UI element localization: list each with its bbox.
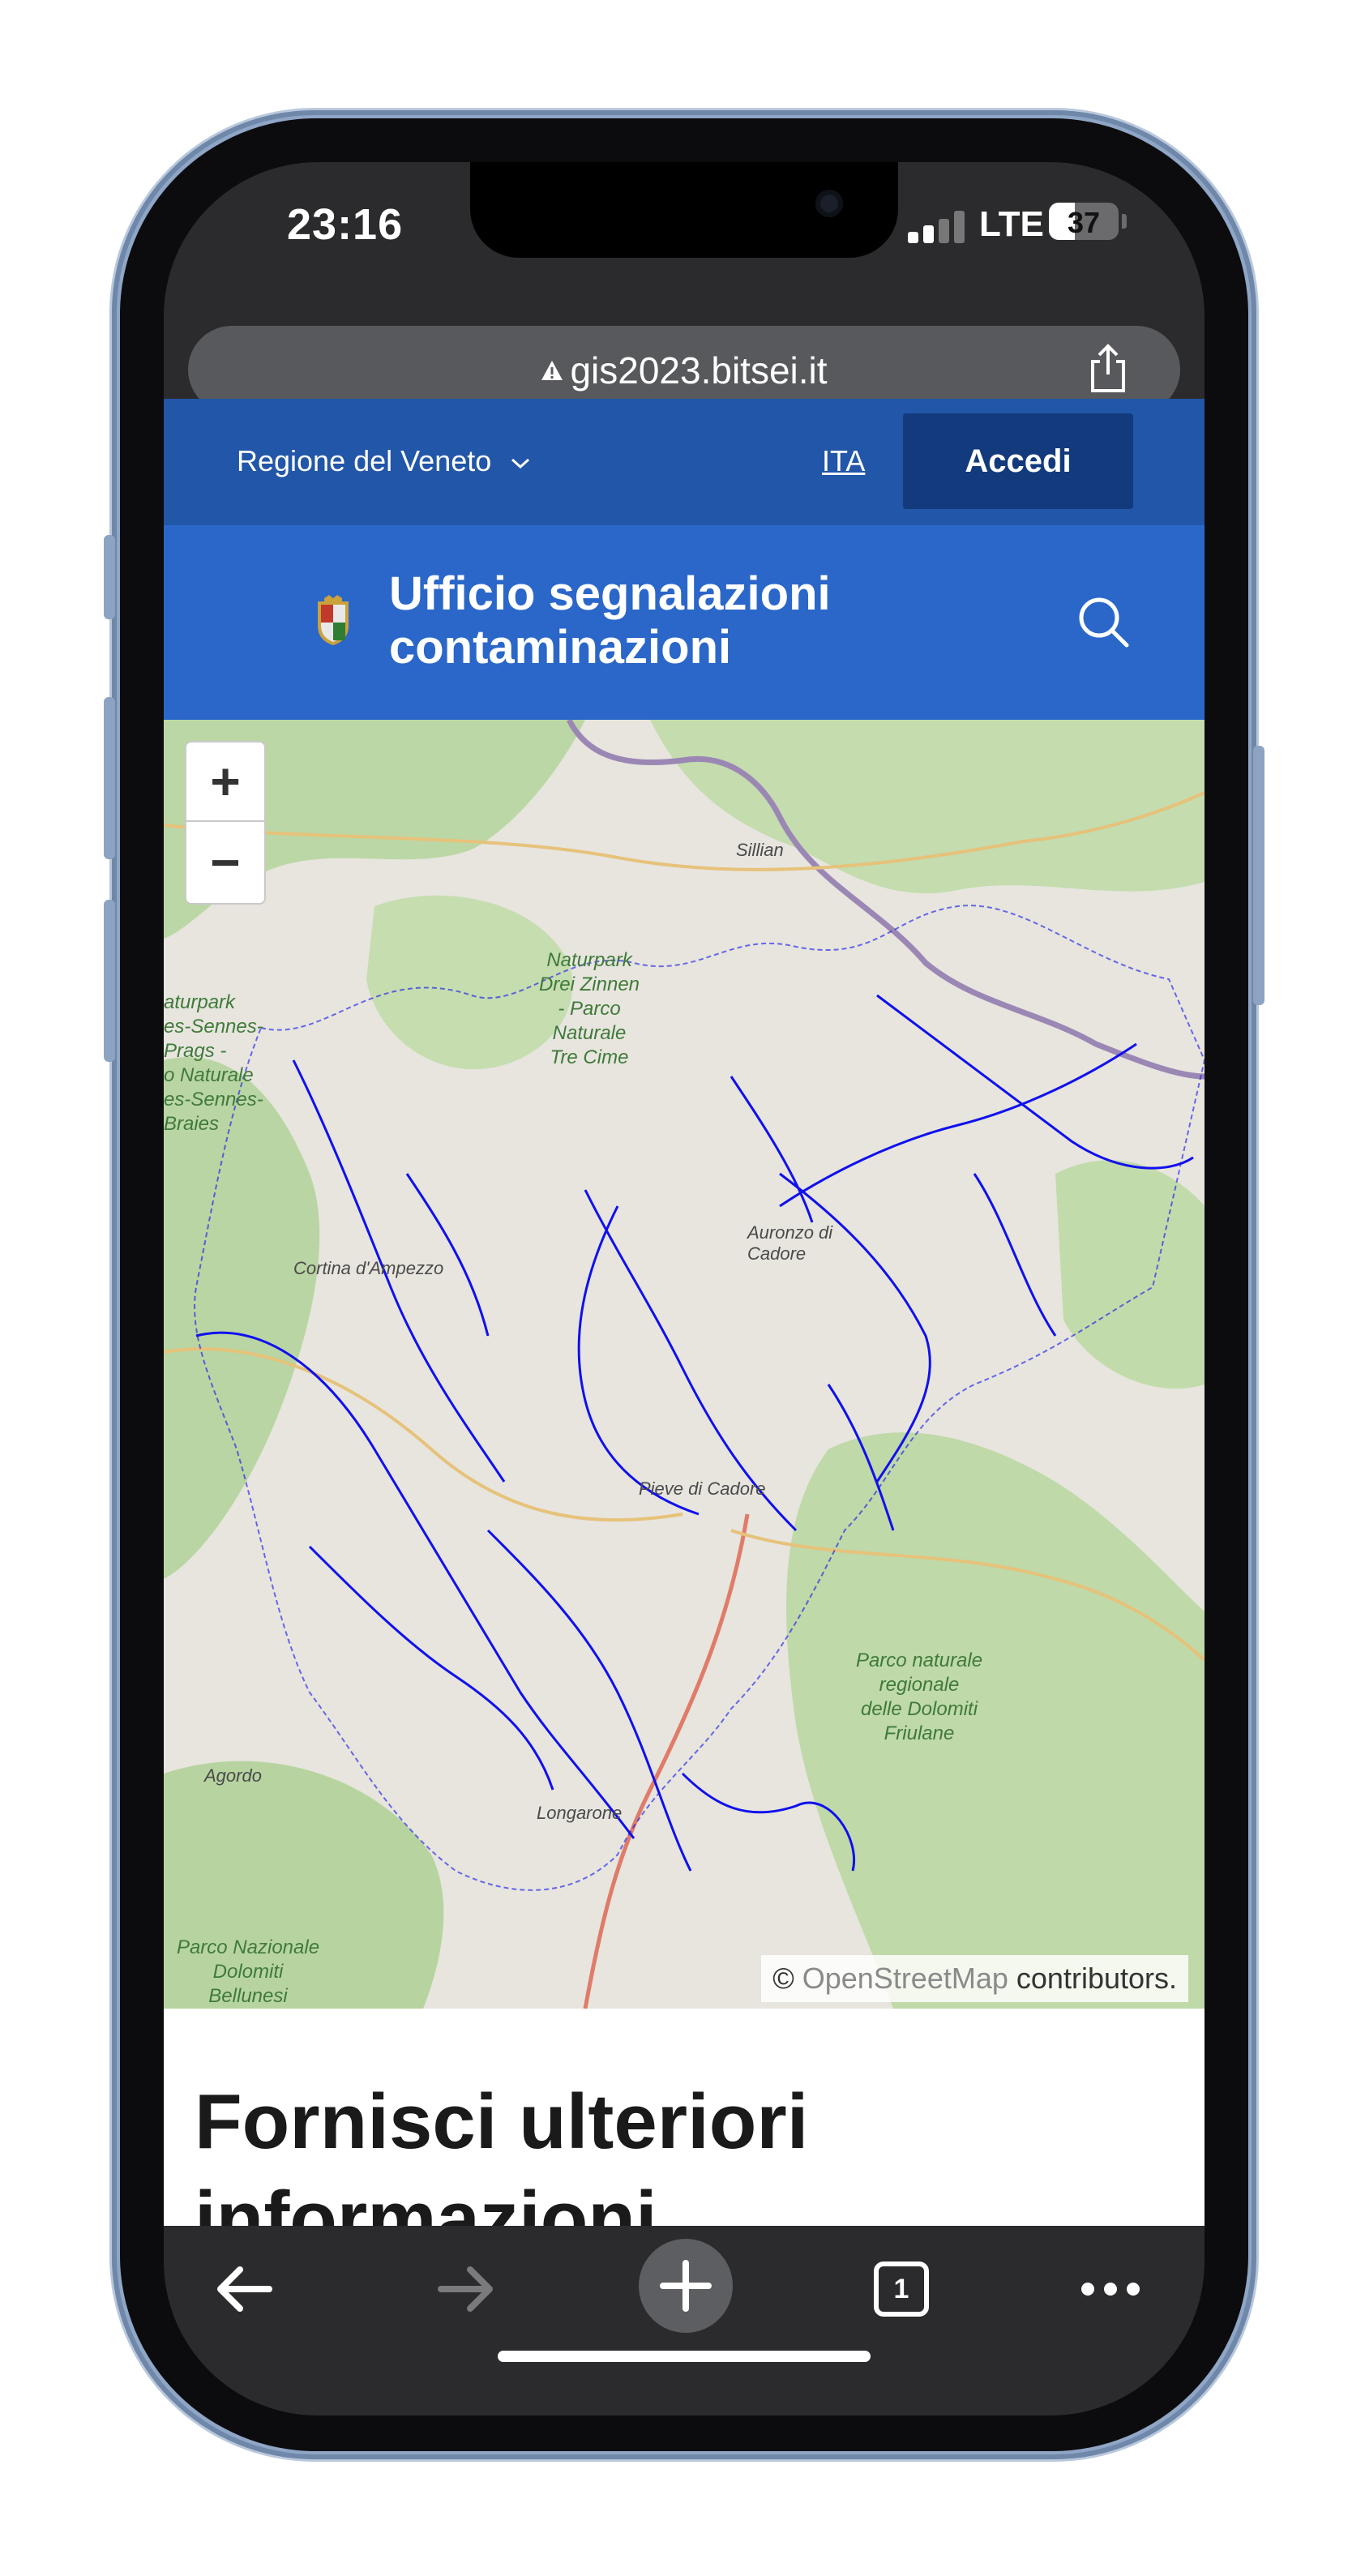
map-basemap[interactable] [164, 720, 1205, 2009]
forward-arrow-icon[interactable] [425, 2249, 506, 2330]
place-label-sillian: Sillian [736, 840, 784, 860]
browser-toolbar: 1 [164, 2226, 1205, 2416]
chevron-down-icon [511, 458, 530, 469]
url-text: gis2023.bitsei.it [570, 349, 828, 392]
site-topbar: Regione del Veneto ITA Accedi [164, 399, 1205, 525]
place-label-longarone: Longarone [537, 1803, 623, 1823]
site-title[interactable]: Ufficio segnalazioni contaminazioni [389, 567, 908, 674]
url-display[interactable]: gis2023.bitsei.it [188, 349, 1180, 392]
share-icon[interactable] [1086, 344, 1130, 394]
battery-icon: 37 [1049, 203, 1119, 240]
battery-tip [1122, 214, 1127, 229]
place-label-naturpark-drei-zinnen: Naturpark Drei Zinnen - Parco Naturale T… [538, 949, 640, 1068]
place-label-auronzo: Auronzo di Cadore [747, 1222, 833, 1264]
site-header: Ufficio segnalazioni contaminazioni [164, 525, 1205, 720]
signal-strength-icon [908, 211, 966, 243]
attribution-text: contributors. [1016, 1962, 1177, 1995]
volume-up-button [104, 697, 115, 859]
language-link[interactable]: ITA [822, 444, 865, 478]
status-time: 23:16 [287, 200, 404, 249]
volume-down-button [104, 900, 115, 1062]
map-view[interactable]: Sillian Naturpark Drei Zinnen - Parco Na… [164, 720, 1205, 2009]
place-label-agordo: Agordo [204, 1765, 262, 1786]
zoom-control: + − [185, 741, 266, 905]
copyright-symbol: © [772, 1962, 794, 1995]
zoom-out-button[interactable]: − [186, 824, 264, 903]
camera-icon [815, 190, 843, 217]
battery-level: 37 [1067, 206, 1101, 239]
network-type: LTE [979, 204, 1044, 244]
new-tab-button[interactable] [639, 2239, 733, 2333]
region-label: Regione del Veneto [237, 444, 492, 477]
zoom-in-button[interactable]: + [186, 742, 264, 822]
tabs-count-button[interactable]: 1 [874, 2261, 929, 2317]
place-label-pieve: Pieve di Cadore [639, 1478, 766, 1499]
coat-of-arms-logo[interactable] [313, 595, 353, 647]
page-content: Fornisci ulteriori informazioni [164, 2009, 1205, 2262]
silent-switch [104, 535, 115, 619]
back-arrow-icon[interactable] [204, 2249, 285, 2330]
warning-triangle-icon [541, 361, 563, 380]
place-label-naturpark-fanes: aturpark es-Sennes- Prags - o Naturale e… [164, 991, 263, 1135]
search-icon[interactable] [1075, 593, 1132, 650]
login-button[interactable]: Accedi [903, 413, 1133, 509]
plus-icon [660, 2260, 712, 2312]
phone-screen: 23:16 LTE 37 gis2023.bitsei.it Regione d… [164, 162, 1205, 2416]
status-bar: 23:16 LTE 37 [164, 162, 1205, 284]
more-dots-icon[interactable] [1070, 2249, 1151, 2330]
power-button [1253, 746, 1264, 1005]
notch [470, 162, 898, 258]
place-label-parco-dolomiti-friulane: Parco naturale regionale delle Dolomiti … [855, 1650, 983, 1744]
region-dropdown[interactable]: Regione del Veneto [237, 444, 530, 478]
home-indicator[interactable] [498, 2351, 871, 2362]
place-label-cortina: Cortina d'Ampezzo [293, 1258, 444, 1278]
map-attribution: © OpenStreetMap contributors. [761, 1955, 1188, 2002]
place-label-parco-dolomiti-bellunesi: Parco Nazionale Dolomiti Bellunesi [176, 1936, 320, 2007]
osm-link[interactable]: OpenStreetMap [802, 1962, 1008, 1995]
